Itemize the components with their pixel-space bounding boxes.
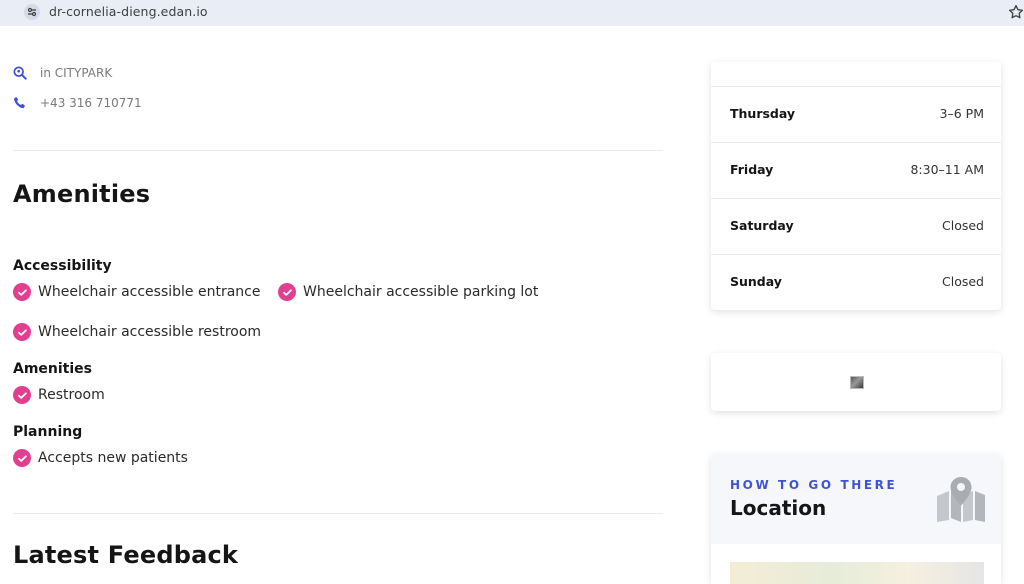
list-item: Wheelchair accessible parking lot [278,282,538,302]
location-kicker: HOW TO GO THERE [730,478,898,492]
list-item: Restroom [13,385,105,405]
star-icon[interactable] [1007,3,1024,21]
hours-day: Thursday [730,106,796,121]
hours-row: Thursday 3–6 PM [711,86,1001,142]
hours-row: Saturday Closed [711,198,1001,254]
tune-icon[interactable] [24,4,40,20]
divider [13,513,663,514]
main-content: in CITYPARK +43 316 710771 Amenities Acc… [0,26,680,569]
group-title-planning: Planning [13,424,83,440]
check-circle-icon [13,283,31,301]
hours-row: Sunday Closed [711,254,1001,310]
amenity-label: Wheelchair accessible restroom [38,324,262,340]
image-thumbnail[interactable] [850,376,864,389]
group-title-accessibility: Accessibility [13,258,112,274]
address-bar[interactable]: dr-cornelia-dieng.edan.io [8,0,1008,24]
hours-time: Closed [942,274,984,289]
amenity-label: Wheelchair accessible entrance [38,284,261,300]
hours-day: Friday [730,162,774,177]
amenities-heading: Amenities [13,180,151,208]
hours-time: Closed [942,218,984,233]
image-card [711,353,1001,411]
check-circle-icon [13,449,31,467]
amenity-label: Restroom [38,387,105,403]
url-text[interactable]: dr-cornelia-dieng.edan.io [49,4,208,19]
location-card: HOW TO GO THERE Location [711,454,1001,584]
browser-toolbar: dr-cornelia-dieng.edan.io [0,0,1024,26]
check-circle-icon [278,283,296,301]
list-item: Wheelchair accessible restroom [13,322,261,342]
location-map-area [711,544,1001,584]
location-text: in CITYPARK [40,66,113,80]
opening-hours-card: Thursday 3–6 PM Friday 8:30–11 AM Saturd… [711,62,1001,310]
phone-icon [13,97,25,109]
divider [13,150,663,151]
hours-time: 3–6 PM [939,106,984,121]
map-preview[interactable] [730,562,984,584]
phone-text[interactable]: +43 316 710771 [40,96,142,110]
location-title: Location [730,496,827,520]
group-title-amenities: Amenities [13,361,93,377]
map-marker-icon [937,477,985,522]
hours-day: Sunday [730,274,782,289]
check-circle-icon [13,386,31,404]
amenity-label: Accepts new patients [38,450,188,466]
list-item: Accepts new patients [13,448,188,468]
hours-row: Friday 8:30–11 AM [711,142,1001,198]
phone-row[interactable]: +43 316 710771 [13,94,142,112]
feedback-heading: Latest Feedback [13,541,239,569]
hours-day: Saturday [730,218,794,233]
search-location-icon [13,66,27,80]
amenity-label: Wheelchair accessible parking lot [303,284,539,300]
hours-time: 8:30–11 AM [910,162,984,177]
list-item: Wheelchair accessible entrance [13,282,260,302]
location-row: in CITYPARK [13,64,112,82]
check-circle-icon [13,323,31,341]
